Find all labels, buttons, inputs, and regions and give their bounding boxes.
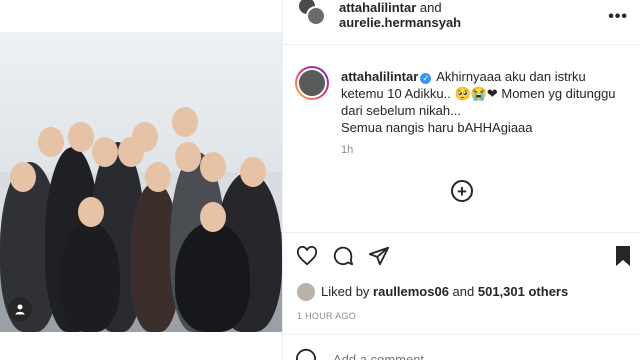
user-icon xyxy=(15,304,25,315)
post-timestamp[interactable]: 1 HOUR AGO xyxy=(297,311,356,321)
collab-names: attahalilintar and aurelie.hermansyah xyxy=(339,0,461,30)
caption-username[interactable]: attahalilintar xyxy=(341,69,418,84)
post-photo-area xyxy=(0,0,282,360)
comment-button[interactable] xyxy=(331,244,355,268)
photo-face xyxy=(200,152,226,182)
photo-face xyxy=(92,137,118,167)
photo-face xyxy=(132,122,158,152)
photo-face xyxy=(172,107,198,137)
verified-badge-icon: ✓ xyxy=(420,73,432,84)
comment-icon xyxy=(333,246,354,266)
more-dots-icon[interactable]: ••• xyxy=(608,8,628,26)
caption-time[interactable]: 1h xyxy=(341,144,353,156)
likes-count[interactable]: 501,301 others xyxy=(478,283,568,301)
emoji-icon[interactable] xyxy=(295,348,317,360)
photo-face xyxy=(145,162,171,192)
plus-icon: + xyxy=(457,181,467,201)
avatar xyxy=(297,283,315,301)
header-username-1[interactable]: attahalilintar xyxy=(339,0,416,15)
header-username-2[interactable]: aurelie.hermansyah xyxy=(339,15,461,30)
comment-divider xyxy=(283,334,640,335)
post-photo[interactable] xyxy=(0,32,282,332)
photo-face xyxy=(68,122,94,152)
bookmark-icon xyxy=(616,246,630,266)
photo-face xyxy=(38,127,64,157)
save-button[interactable] xyxy=(611,244,635,268)
avatar[interactable] xyxy=(295,66,329,100)
likes-user[interactable]: raullemos06 xyxy=(373,283,449,301)
comment-input[interactable] xyxy=(333,352,533,360)
actions-divider xyxy=(283,232,640,233)
caption-line-3: Semua nangis haru bAHHAgiaaa xyxy=(341,120,533,135)
header-and-text: and xyxy=(419,0,442,15)
load-more-comments-button[interactable]: + xyxy=(451,180,473,202)
share-button[interactable] xyxy=(367,244,391,268)
caption-emojis: 🥺😭❤ xyxy=(454,86,498,101)
photo-person xyxy=(175,222,250,332)
header-divider xyxy=(283,44,640,45)
photo-face xyxy=(10,162,36,192)
send-icon xyxy=(368,246,390,266)
photo-face xyxy=(200,202,226,232)
heart-icon xyxy=(296,246,318,266)
likes-prefix: Liked by xyxy=(321,284,370,299)
tagged-users-button[interactable] xyxy=(8,297,32,321)
like-button[interactable] xyxy=(295,244,319,268)
action-bar xyxy=(295,244,635,270)
post-header: attahalilintar and aurelie.hermansyah ••… xyxy=(283,0,640,30)
collab-avatars[interactable] xyxy=(297,0,327,30)
panel-divider xyxy=(282,0,283,360)
photo-person xyxy=(60,222,120,332)
add-comment-row xyxy=(283,342,640,360)
caption-text: attahalilintar ✓ Akhirnyaaa aku dan istrk… xyxy=(341,68,631,136)
avatar-image xyxy=(297,68,327,98)
likes-summary: Liked by raullemos06 and 501,301 others xyxy=(297,283,568,301)
avatar xyxy=(306,6,326,26)
photo-face xyxy=(240,157,266,187)
photo-face xyxy=(78,197,104,227)
likes-middle: and xyxy=(452,284,475,299)
photo-face xyxy=(175,142,201,172)
